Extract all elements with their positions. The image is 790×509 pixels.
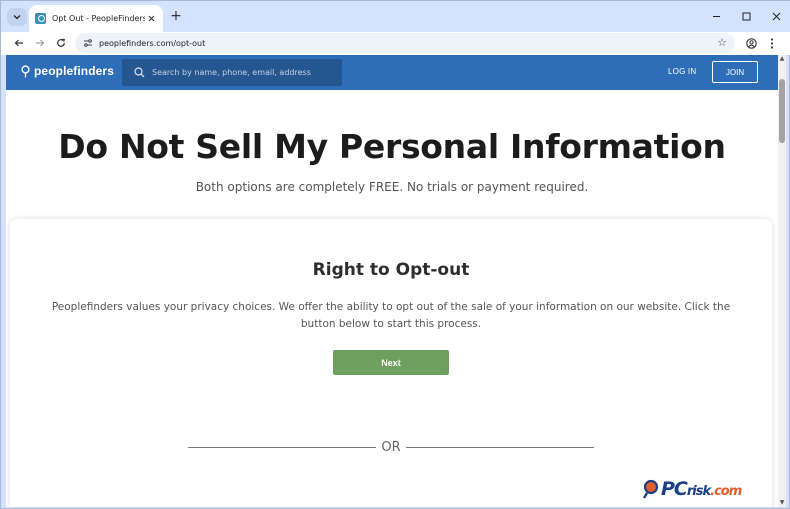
arrow-right-icon <box>36 39 45 47</box>
new-tab-button[interactable]: + <box>169 9 183 23</box>
browser-menu-button[interactable] <box>764 35 780 51</box>
window-controls <box>701 1 790 32</box>
close-tab-icon[interactable] <box>145 13 157 25</box>
tab-search-button[interactable] <box>7 8 27 26</box>
browser-tab[interactable]: Opt Out - PeopleFinders <box>29 5 163 32</box>
or-separator: OR <box>381 440 401 455</box>
opt-out-card: Right to Opt-out Peoplefinders values yo… <box>10 219 772 507</box>
tab-strip: Opt Out - PeopleFinders + <box>1 1 790 32</box>
minimize-button[interactable] <box>701 1 731 32</box>
search-input[interactable] <box>152 68 332 77</box>
separator-line-right <box>406 447 594 448</box>
watermark-text: PCrisk.com <box>661 478 742 500</box>
site-header: peoplefinders LOG IN JOIN <box>6 55 778 90</box>
login-link[interactable]: LOG IN <box>668 67 696 76</box>
page-viewport: peoplefinders LOG IN JOIN Do Not Sell My… <box>6 55 786 507</box>
scroll-down-arrow-icon[interactable]: ▼ <box>778 499 786 507</box>
reload-button[interactable] <box>53 35 69 51</box>
site-logo[interactable]: peoplefinders <box>21 64 114 78</box>
close-icon <box>772 12 780 21</box>
card-description: Peoplefinders values your privacy choice… <box>51 301 731 330</box>
separator-line-left <box>188 447 376 448</box>
profile-icon <box>745 37 757 49</box>
maximize-icon <box>742 12 750 21</box>
address-bar[interactable]: peoplefinders.com/opt-out ☆ <box>75 33 735 53</box>
tab-title: Opt Out - PeopleFinders <box>52 14 145 23</box>
minimize-icon <box>712 16 720 17</box>
page-title: Do Not Sell My Personal Information <box>58 127 726 166</box>
back-button[interactable] <box>11 35 27 51</box>
next-button[interactable]: Next <box>333 350 449 375</box>
logo-text: peoplefinders <box>34 64 114 78</box>
scroll-up-arrow-icon[interactable]: ▲ <box>778 55 786 63</box>
scrollbar-thumb[interactable] <box>779 79 785 143</box>
reload-icon <box>57 38 65 47</box>
browser-window: Opt Out - PeopleFinders + peoplefinders.… <box>0 0 790 509</box>
close-window-button[interactable] <box>761 1 790 32</box>
url-text: peoplefinders.com/opt-out <box>99 38 206 48</box>
page-scrollbar[interactable]: ▲ ▼ <box>778 55 786 507</box>
profile-button[interactable] <box>743 35 759 51</box>
join-button[interactable]: JOIN <box>712 61 758 83</box>
chevron-down-icon <box>13 15 21 20</box>
more-vertical-icon <box>770 37 774 49</box>
pcrisk-watermark: PCrisk.com <box>643 478 742 500</box>
location-pin-icon <box>21 64 30 77</box>
maximize-button[interactable] <box>731 1 761 32</box>
arrow-left-icon <box>14 39 23 47</box>
site-info-icon[interactable] <box>83 38 93 48</box>
magnifier-logo-icon <box>643 479 659 499</box>
bookmark-star-icon[interactable]: ☆ <box>717 36 727 49</box>
page-subtitle: Both options are completely FREE. No tri… <box>195 180 589 194</box>
forward-button[interactable] <box>32 35 48 51</box>
site-favicon-icon <box>35 13 46 24</box>
search-icon <box>134 67 145 78</box>
search-box[interactable] <box>122 59 342 86</box>
browser-toolbar: peoplefinders.com/opt-out ☆ <box>1 32 790 55</box>
card-title: Right to Opt-out <box>312 260 470 280</box>
